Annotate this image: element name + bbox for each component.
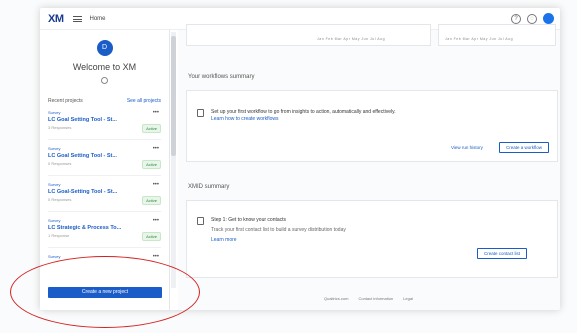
see-all-projects-link[interactable]: See all projects bbox=[127, 98, 161, 104]
notifications-icon[interactable]: ◌ bbox=[527, 13, 537, 24]
status-badge: Active bbox=[142, 160, 161, 169]
project-item[interactable]: Survey LC Strategic & Process To... 1 Re… bbox=[48, 218, 161, 248]
document-icon bbox=[197, 109, 204, 117]
footer-links: Qualtrics.com Contact information Legal bbox=[324, 296, 413, 301]
xmid-step: Step 1: Get to know your contacts bbox=[211, 217, 287, 223]
footer-link[interactable]: Qualtrics.com bbox=[324, 296, 348, 301]
help-icon[interactable]: ? bbox=[511, 13, 521, 24]
workflows-title: Your workflows summary bbox=[188, 74, 255, 80]
menu-icon[interactable] bbox=[72, 15, 82, 22]
contacts-icon bbox=[197, 217, 204, 225]
workflows-card: Set up your first workflow to go from in… bbox=[186, 90, 558, 162]
xmid-card: Step 1: Get to know your contacts Track … bbox=[186, 200, 558, 278]
project-name[interactable]: LC Strategic & Process To... bbox=[48, 225, 161, 231]
project-item[interactable]: Survey LC Goal Setting Tool - St... 0 Re… bbox=[48, 146, 161, 176]
create-contact-list-button[interactable]: Create contact list bbox=[477, 248, 528, 259]
project-type: Survey bbox=[48, 218, 61, 223]
chart-card-right: Jan Feb Mar Apr May Jun Jul Aug bbox=[438, 24, 556, 46]
project-item[interactable]: Survey LC Goal-Setting Tool - St... 0 Re… bbox=[48, 182, 161, 212]
project-name[interactable]: LC Goal-Setting Tool - St... bbox=[48, 189, 161, 195]
view-history-button[interactable]: View run history bbox=[451, 145, 483, 150]
xmid-learn-link[interactable]: Learn more bbox=[211, 237, 237, 243]
project-name[interactable]: LC Goal Setting Tool - St... bbox=[48, 117, 161, 123]
footer-link[interactable]: Legal bbox=[403, 296, 413, 301]
welcome-heading: Welcome to XM bbox=[72, 62, 137, 72]
main-content: Jan Feb Mar Apr May Jun Jul Aug Jan Feb … bbox=[178, 24, 560, 310]
sidebar-scrollbar[interactable] bbox=[171, 32, 176, 288]
breadcrumb-home: Home bbox=[89, 15, 106, 22]
chart-card-left: Jan Feb Mar Apr May Jun Jul Aug bbox=[186, 24, 431, 46]
profile-avatar[interactable]: D bbox=[96, 40, 113, 56]
recent-projects-header: Recent projects See all projects bbox=[40, 98, 169, 104]
more-options-icon[interactable]: ••• bbox=[153, 182, 159, 188]
user-avatar[interactable] bbox=[543, 13, 554, 24]
xm-logo[interactable]: XM bbox=[48, 13, 64, 25]
recent-projects-label: Recent projects bbox=[48, 98, 83, 104]
scrollbar-thumb[interactable] bbox=[171, 36, 176, 156]
top-right-controls: ? ◌ bbox=[511, 13, 554, 24]
project-type: Survey bbox=[48, 110, 61, 115]
xmid-title: XMID summary bbox=[188, 184, 230, 190]
chart-axis-ticks: Jan Feb Mar Apr May Jun Jul Aug bbox=[317, 37, 386, 41]
gear-icon[interactable] bbox=[101, 77, 108, 84]
more-options-icon[interactable]: ••• bbox=[153, 254, 159, 260]
more-options-icon[interactable]: ••• bbox=[153, 218, 159, 224]
highlight-ellipse bbox=[10, 256, 200, 328]
create-workflow-button[interactable]: Create a workflow bbox=[499, 142, 550, 153]
status-badge: Active bbox=[142, 124, 161, 133]
project-name[interactable]: LC Goal Setting Tool - St... bbox=[48, 153, 161, 159]
chart-axis-ticks: Jan Feb Mar Apr May Jun Jul Aug bbox=[445, 37, 514, 41]
more-options-icon[interactable]: ••• bbox=[153, 146, 159, 152]
status-badge: Active bbox=[142, 232, 161, 241]
project-item[interactable]: Survey LC Goal Setting Tool - St... 3 Re… bbox=[48, 110, 161, 140]
workflows-description: Set up your first workflow to go from in… bbox=[211, 109, 396, 115]
status-badge: Active bbox=[142, 196, 161, 205]
more-options-icon[interactable]: ••• bbox=[153, 110, 159, 116]
project-type: Survey bbox=[48, 182, 61, 187]
project-type: Survey bbox=[48, 146, 61, 151]
xmid-description: Track your first contact list to build a… bbox=[211, 227, 346, 233]
footer-link[interactable]: Contact information bbox=[358, 296, 393, 301]
workflows-learn-link[interactable]: Learn how to create workflows bbox=[211, 116, 279, 122]
